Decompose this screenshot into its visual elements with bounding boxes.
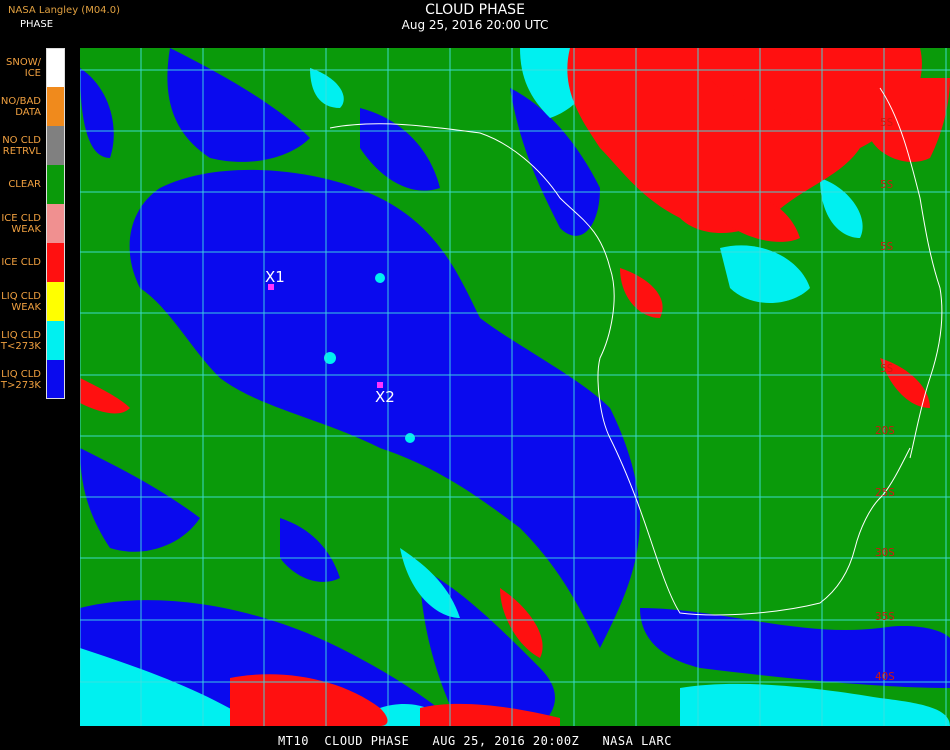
legend-label: LIQ CLD T>273K <box>0 360 41 399</box>
legend-label-line: CLEAR <box>8 179 41 190</box>
lat-label: 35S <box>875 610 895 623</box>
legend-row: LIQ CLD T>273K <box>0 360 66 399</box>
legend-label-line: ICE CLD <box>1 212 41 224</box>
legend-swatch <box>46 48 65 87</box>
phase-legend: SNOW/ICE NO/BAD DATA NO CLD RETRVL CLEAR ICE C… <box>0 48 66 399</box>
legend-label-line: T<273K <box>0 340 41 352</box>
legend-row: CLEAR <box>0 165 66 204</box>
marker-x2[interactable] <box>377 382 383 388</box>
legend-swatch <box>46 282 65 321</box>
lat-label: 5S <box>880 240 894 253</box>
legend-label-line: DATA <box>15 106 41 118</box>
legend-label-line: ICE CLD <box>1 257 41 268</box>
lat-label: 20S <box>875 424 895 437</box>
legend-label-line: WEAK <box>11 301 41 313</box>
legend-label-line: NO CLD <box>2 134 41 146</box>
legend-label: NO/BAD DATA <box>0 87 41 126</box>
legend-label-line: SNOW/ <box>6 56 41 68</box>
lat-label: 5S <box>880 116 894 129</box>
marker-x1[interactable] <box>268 284 274 290</box>
lat-label: 5S <box>880 178 894 191</box>
legend-swatch <box>46 165 65 204</box>
lat-label: 40S <box>875 670 895 683</box>
page-title: CLOUD PHASE <box>425 2 525 18</box>
legend-row: NO/BAD DATA <box>0 87 66 126</box>
legend-row: SNOW/ICE <box>0 48 66 87</box>
lat-label: 5S <box>880 362 894 375</box>
footer-caption: MT10 CLOUD PHASE AUG 25, 2016 20:00Z NAS… <box>278 734 672 748</box>
legend-label-line: WEAK <box>11 223 41 235</box>
legend-swatch <box>46 204 65 243</box>
satellite-map[interactable]: X1 X2 5S 5S 5S 5S 20S 25S 30S 35S 40S <box>80 48 950 726</box>
legend-label: NO CLD RETRVL <box>0 126 41 165</box>
legend-row: LIQ CLD WEAK <box>0 282 66 321</box>
legend-label: ICE CLD <box>0 243 41 282</box>
legend-row: NO CLD RETRVL <box>0 126 66 165</box>
legend-label-line: NO/BAD <box>0 95 41 107</box>
marker-x2-label: X2 <box>375 388 395 406</box>
legend-label-line: LIQ CLD <box>1 368 41 380</box>
legend-label-line: LIQ CLD <box>1 329 41 341</box>
lat-label: 25S <box>875 486 895 499</box>
title-block: CLOUD PHASE Aug 25, 2016 20:00 UTC <box>0 2 950 32</box>
legend-label: CLEAR <box>0 165 41 204</box>
legend-row: ICE CLD <box>0 243 66 282</box>
legend-swatch <box>46 321 65 360</box>
legend-row: ICE CLD WEAK <box>0 204 66 243</box>
legend-label: SNOW/ICE <box>0 48 41 87</box>
map-svg <box>80 48 950 726</box>
legend-swatch <box>46 360 65 399</box>
legend-label: ICE CLD WEAK <box>0 204 41 243</box>
legend-row: LIQ CLD T<273K <box>0 321 66 360</box>
page-subtitle: Aug 25, 2016 20:00 UTC <box>401 18 549 32</box>
legend-label-line: RETRVL <box>2 145 41 157</box>
legend-label-line: LIQ CLD <box>1 290 41 302</box>
legend-swatch <box>46 87 65 126</box>
legend-label: LIQ CLD WEAK <box>0 282 41 321</box>
legend-label-line: ICE <box>24 67 41 79</box>
legend-swatch <box>46 243 65 282</box>
lat-label: 30S <box>875 546 895 559</box>
legend-label: LIQ CLD T<273K <box>0 321 41 360</box>
legend-swatch <box>46 126 65 165</box>
legend-label-line: T>273K <box>0 379 41 391</box>
